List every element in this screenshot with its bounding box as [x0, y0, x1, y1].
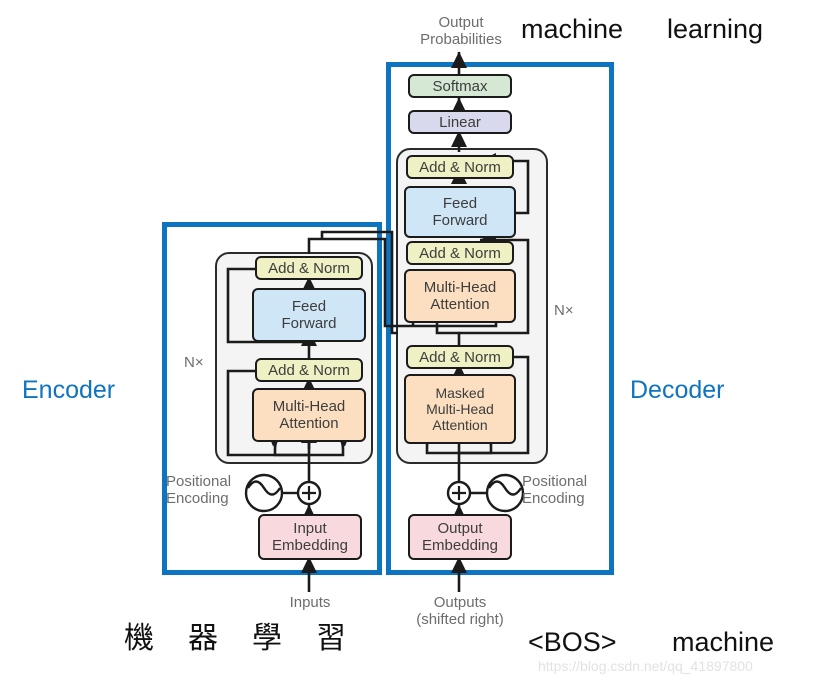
- decoder-add-norm-1[interactable]: Add & Norm: [406, 345, 514, 369]
- output-embedding[interactable]: Output Embedding: [408, 514, 512, 560]
- encoder-add-norm-2[interactable]: Add & Norm: [255, 256, 363, 280]
- source-token-4: 習: [316, 621, 346, 656]
- source-token-2: 器: [188, 621, 218, 656]
- output-probabilities-label: Output Probabilities: [420, 14, 502, 48]
- inputs-label: Inputs: [289, 594, 331, 611]
- target-token-bos: <BOS>: [528, 627, 617, 657]
- input-embedding[interactable]: Input Embedding: [258, 514, 362, 560]
- decoder-feed-forward[interactable]: Feed Forward: [404, 186, 516, 238]
- decoder-softmax[interactable]: Softmax: [408, 74, 512, 98]
- positional-encoding-label-right: Positional Encoding: [522, 473, 588, 507]
- annotation-output-word-learning: learning: [667, 14, 764, 44]
- encoder-multi-head-attention[interactable]: Multi-Head Attention: [252, 388, 366, 442]
- source-token-3: 學: [252, 621, 282, 656]
- source-token-1: 機: [124, 621, 154, 656]
- decoder-masked-multi-head-attention[interactable]: Masked Multi-Head Attention: [404, 374, 516, 444]
- decoder-add-norm-3[interactable]: Add & Norm: [406, 155, 514, 179]
- decoder-add-operator: [446, 480, 472, 506]
- transformer-diagram: Add & Norm Feed Forward Add & Norm Multi…: [0, 0, 818, 680]
- decoder-multi-head-attention[interactable]: Multi-Head Attention: [404, 269, 516, 323]
- outputs-label: Outputs (shifted right): [416, 594, 504, 628]
- positional-encoding-sine-right: [470, 473, 525, 513]
- encoder-add-operator: [296, 480, 322, 506]
- positional-encoding-label-left: Positional Encoding: [166, 473, 232, 507]
- encoder-region-label: Encoder: [22, 376, 116, 404]
- encoder-feed-forward[interactable]: Feed Forward: [252, 288, 366, 342]
- encoder-repeat-label: N×: [184, 354, 204, 371]
- connection-wires: [226, 51, 530, 592]
- decoder-repeat-label: N×: [554, 302, 574, 319]
- watermark: https://blog.csdn.net/qq_41897800: [538, 658, 753, 674]
- decoder-add-norm-2[interactable]: Add & Norm: [406, 241, 514, 265]
- annotation-output-word-machine: machine: [521, 14, 624, 44]
- positional-encoding-sine-left: [244, 473, 298, 513]
- target-token-machine: machine: [672, 627, 775, 657]
- encoder-add-norm-1[interactable]: Add & Norm: [255, 358, 363, 382]
- decoder-linear[interactable]: Linear: [408, 110, 512, 134]
- decoder-region-label: Decoder: [630, 376, 725, 404]
